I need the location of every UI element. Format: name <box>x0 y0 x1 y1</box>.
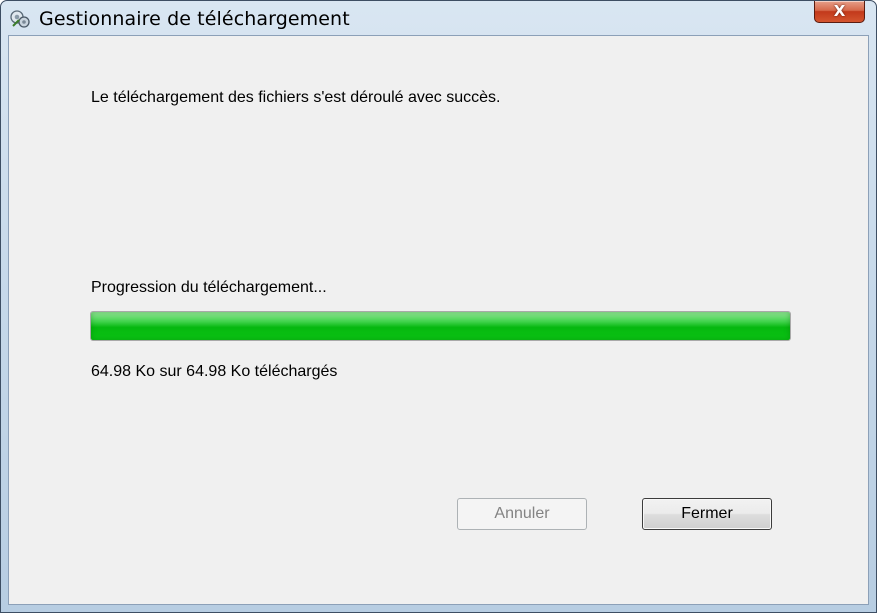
window-close-button[interactable]: X <box>814 1 865 23</box>
cancel-button[interactable]: Annuler <box>457 498 587 530</box>
close-button[interactable]: Fermer <box>642 498 772 530</box>
progress-label: Progression du téléchargement... <box>91 279 327 296</box>
title-bar[interactable]: Gestionnaire de téléchargement X <box>1 1 876 35</box>
download-progress-bar <box>90 311 791 341</box>
download-manager-icon <box>9 8 31 30</box>
download-size-status: 64.98 Ko sur 64.98 Ko téléchargés <box>91 363 338 380</box>
success-message: Le téléchargement des fichiers s'est dér… <box>91 89 501 106</box>
window-title: Gestionnaire de téléchargement <box>39 8 350 30</box>
download-manager-window: Gestionnaire de téléchargement X Le télé… <box>0 0 877 613</box>
progress-fill <box>91 312 790 340</box>
close-icon: X <box>833 2 846 20</box>
